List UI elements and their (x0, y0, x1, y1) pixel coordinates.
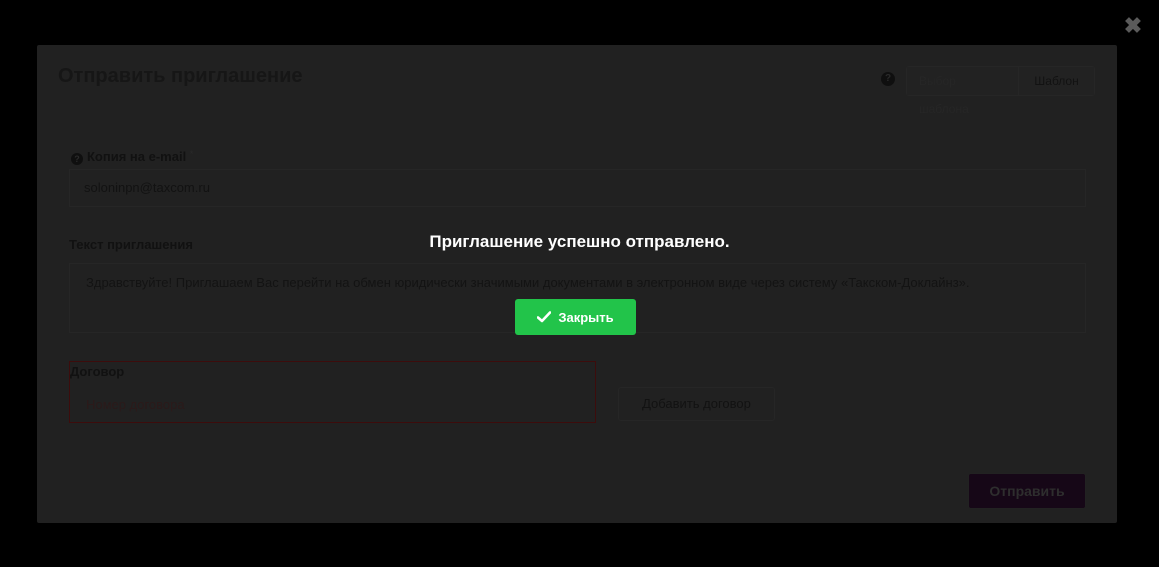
invite-modal: Отправить приглашение ? Выбор шаблона Ша… (37, 45, 1117, 523)
question-icon[interactable]: ? (71, 153, 83, 165)
success-message: Приглашение успешно отправлено. (429, 232, 730, 251)
email-field[interactable]: soloninpn@taxcom.ru (69, 169, 1086, 207)
template-button[interactable]: Шаблон (1019, 67, 1094, 95)
close-dialog-label: Закрыть (558, 309, 614, 325)
help-icon[interactable]: ? (881, 72, 895, 86)
screen: ✖ Отправить приглашение ? Выбор шаблона … (0, 0, 1159, 567)
contract-field-group: Договор Номер договора (69, 361, 596, 423)
choose-template-button[interactable]: Выбор шаблона (907, 67, 1019, 116)
template-button-group: Выбор шаблона Шаблон (906, 66, 1095, 116)
check-icon (537, 311, 552, 323)
send-button[interactable]: Отправить (968, 473, 1086, 509)
required-mark: * (189, 149, 194, 159)
close-icon[interactable]: ✖ (1123, 15, 1143, 37)
contract-label: Договор (70, 364, 125, 379)
close-dialog-button[interactable]: Закрыть (515, 299, 636, 335)
modal-title: Отправить приглашение (58, 65, 303, 87)
contract-number-input[interactable]: Номер договора (70, 388, 595, 422)
add-contract-button[interactable]: Добавить договор (618, 387, 775, 421)
email-label: ? Копия на e-mail * (71, 149, 193, 165)
